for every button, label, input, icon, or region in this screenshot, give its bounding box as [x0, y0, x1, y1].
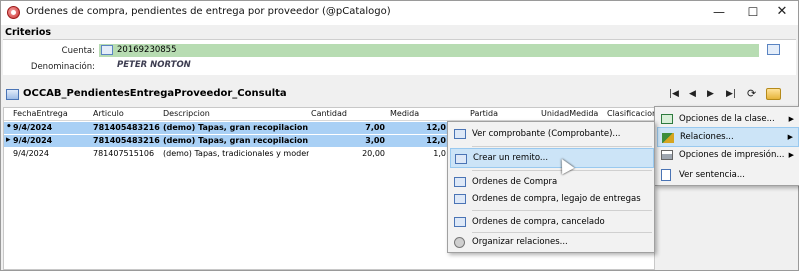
menu-item-ver-sentencia[interactable]: Ver sentencia...: [657, 165, 799, 185]
nav-prev-button[interactable]: ◀: [689, 89, 696, 99]
column-header-cantidad[interactable]: Cantidad: [311, 109, 387, 118]
column-header-clasificacion[interactable]: Clasificacion: [607, 109, 655, 118]
form-icon: [454, 217, 466, 227]
menu-item-opciones-clase[interactable]: Opciones de la clase... ▶: [657, 109, 799, 129]
submenu-arrow-icon: ▶: [787, 133, 793, 141]
folder-icon[interactable]: [766, 88, 781, 100]
cell-cantidad: 7,00: [365, 123, 385, 132]
menu-item-relaciones[interactable]: Relaciones... ▶: [657, 127, 799, 147]
column-header-articulo[interactable]: Articulo: [93, 109, 163, 118]
column-header-fechaentrega[interactable]: FechaEntrega: [13, 109, 91, 118]
column-header-unidadmedida[interactable]: UnidadMedida: [541, 109, 605, 118]
menu-item-label: Organizar relaciones...: [472, 237, 568, 247]
menu-item-ver-comprobante[interactable]: Ver comprobante (Comprobante)...: [450, 124, 654, 144]
cell-descripcion: (demo) Tapas, gran recopilacion: [163, 136, 309, 145]
title-bar: Ordenes de compra, pendientes de entrega…: [1, 1, 798, 25]
menu-separator: [472, 210, 652, 211]
grid-title: OCCAB_PendientesEntregaProveedor_Consult…: [23, 88, 287, 99]
relations-icon: [662, 133, 674, 143]
grid-icon: [454, 194, 466, 204]
cell-cantidad: 20,00: [362, 149, 385, 158]
close-button[interactable]: ✕: [765, 1, 799, 25]
main-window: Ordenes de compra, pendientes de entrega…: [0, 0, 799, 271]
submenu-arrow-icon: ▶: [788, 115, 794, 123]
menu-item-legajo-entregas[interactable]: Ordenes de compra, legajo de entregas: [450, 189, 654, 209]
menu-item-label: Crear un remito...: [473, 153, 549, 163]
menu-separator: [472, 146, 652, 147]
menu-item-label: Opciones de la clase...: [679, 114, 775, 124]
menu-item-label: Relaciones...: [680, 132, 734, 142]
options-menu: Opciones de la clase... ▶ Relaciones... …: [654, 106, 799, 186]
column-header-partida[interactable]: Partida: [470, 109, 538, 118]
nav-last-button[interactable]: ▶|: [726, 89, 736, 99]
nav-first-button[interactable]: |◀: [669, 89, 679, 99]
menu-item-crear-remito[interactable]: Crear un remito...: [450, 148, 654, 168]
print-icon: [661, 150, 673, 160]
menu-item-label: Ordenes de compra, legajo de entregas: [472, 194, 641, 204]
cell-medida: 12,0: [426, 123, 446, 132]
cell-descripcion: (demo) Tapas, tradicionales y moderna: [163, 149, 309, 158]
cell-medida: 1,0: [433, 149, 446, 158]
nav-next-button[interactable]: ▶: [707, 89, 714, 99]
form-icon: [455, 154, 467, 164]
window-title: Ordenes de compra, pendientes de entrega…: [26, 6, 391, 17]
menu-item-ordenes-cancelado[interactable]: Ordenes de compra, cancelado: [450, 212, 654, 232]
row-indicator: •: [6, 122, 12, 132]
cell-articulo: 781405483216: [93, 136, 160, 145]
denominacion-value: PETER NORTON: [117, 60, 191, 70]
cuenta-field[interactable]: 20169230855: [99, 44, 759, 57]
criterios-heading: Criterios: [5, 27, 52, 38]
criterios-options-icon[interactable]: [767, 44, 780, 55]
column-header-descripcion[interactable]: Descripcion: [163, 109, 309, 118]
relations-submenu: Ver comprobante (Comprobante)... Crear u…: [447, 121, 655, 253]
menu-item-organizar-relaciones[interactable]: Organizar relaciones...: [450, 232, 654, 252]
cuenta-value: 20169230855: [117, 45, 177, 55]
cell-descripcion: (demo) Tapas, gran recopilacion: [163, 123, 309, 132]
cuenta-label: Cuenta:: [61, 46, 95, 56]
menu-item-label: Opciones de impresión...: [679, 150, 785, 160]
cell-fecha: 9/4/2024: [13, 123, 53, 132]
menu-item-label: Ver comprobante (Comprobante)...: [472, 129, 621, 139]
grid-icon: [6, 89, 19, 100]
document-icon: [454, 129, 466, 139]
menu-item-label: Ordenes de Compra: [472, 177, 558, 187]
form-icon: [454, 177, 466, 187]
criterios-panel: Cuenta: 20169230855 Denominación: PETER …: [3, 39, 796, 75]
document-icon: [661, 169, 671, 181]
grid-header: FechaEntrega Articulo Descripcion Cantid…: [4, 108, 655, 121]
denominacion-label: Denominación:: [30, 62, 95, 72]
menu-item-opciones-impresion[interactable]: Opciones de impresión... ▶: [657, 145, 799, 165]
minimize-button[interactable]: —: [702, 1, 736, 25]
row-indicator: ▸: [6, 135, 11, 145]
cell-fecha: 9/4/2024: [13, 149, 49, 158]
column-header-medida[interactable]: Medida: [390, 109, 466, 118]
cell-articulo: 781405483216: [93, 123, 160, 132]
app-icon: [7, 6, 20, 19]
card-icon: [101, 45, 113, 55]
cell-fecha: 9/4/2024: [13, 136, 53, 145]
cell-cantidad: 3,00: [365, 136, 385, 145]
menu-item-label: Ordenes de compra, cancelado: [472, 217, 605, 227]
submenu-arrow-icon: ▶: [788, 151, 794, 159]
class-icon: [661, 114, 673, 124]
gear-icon: [454, 237, 465, 248]
cell-articulo: 781407515106: [93, 149, 155, 158]
cell-medida: 12,0: [426, 136, 446, 145]
menu-item-label: Ver sentencia...: [679, 170, 745, 180]
refresh-icon[interactable]: ⟳: [747, 87, 756, 100]
